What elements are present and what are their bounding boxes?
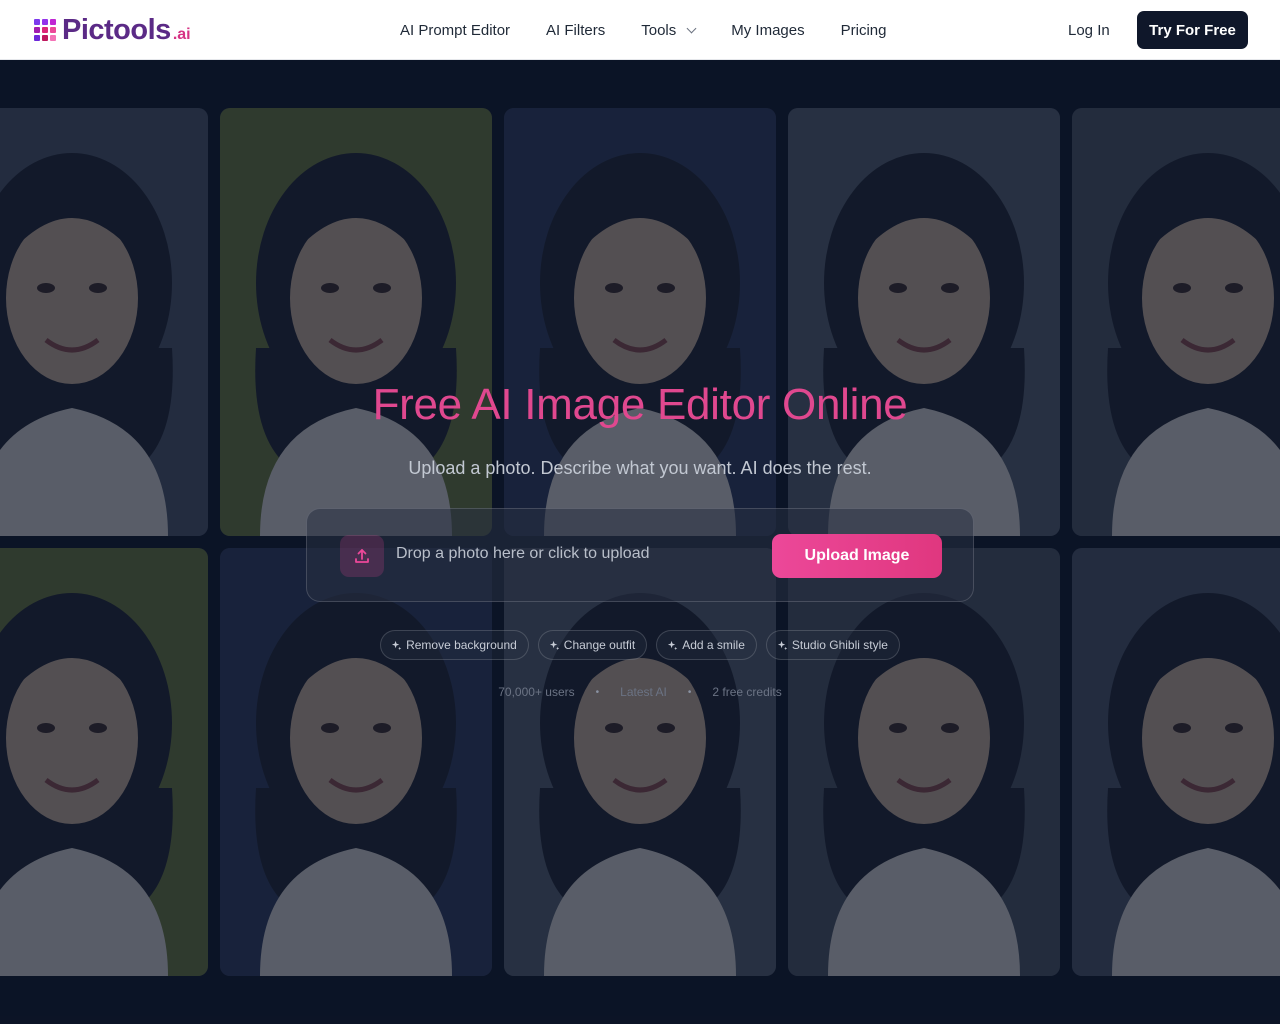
page-title: Free AI Image Editor Online xyxy=(372,380,908,429)
top-navigation: Pictools .ai AI Prompt Editor AI Filters… xyxy=(0,0,1280,60)
menu-item-tools[interactable]: Tools xyxy=(623,0,713,60)
menu-item-label: My Images xyxy=(731,21,805,39)
menu-item-label: AI Filters xyxy=(546,21,606,39)
upload-image-button[interactable]: Upload Image xyxy=(772,534,942,578)
upload-dropzone[interactable]: Drop a photo here or click to upload Upl… xyxy=(306,508,974,602)
hero-subtitle: Upload a photo. Describe what you want. … xyxy=(408,458,872,478)
chip-label: Add a smile xyxy=(682,638,745,652)
sparkle-icon xyxy=(777,640,788,650)
chevron-down-icon xyxy=(686,23,697,33)
chip-studio-ghibli-style[interactable]: Studio Ghibli style xyxy=(765,630,900,660)
logo-grid-cell xyxy=(42,27,48,33)
stat-latest-ai: Latest AI xyxy=(620,685,667,699)
try-for-free-button[interactable]: Try For Free xyxy=(1137,11,1248,49)
login-link[interactable]: Log In xyxy=(1052,0,1126,60)
chip-change-outfit[interactable]: Change outfit xyxy=(537,630,648,660)
logo-grid-cell xyxy=(50,19,56,25)
stat-separator: • xyxy=(687,686,692,698)
menu-item-label: Pricing xyxy=(840,21,887,39)
menu-item-label: Tools xyxy=(641,21,677,39)
logo-grid-cell xyxy=(50,35,56,41)
stat-users: 70,000+ users xyxy=(498,685,575,699)
main-menu: AI Prompt Editor AI Filters Tools My Ima… xyxy=(382,0,904,60)
logo-grid-cell xyxy=(50,27,56,33)
chip-add-a-smile[interactable]: Add a smile xyxy=(656,630,757,660)
menu-item-label: AI Prompt Editor xyxy=(400,21,511,39)
sparkle-icon xyxy=(549,640,560,650)
menu-item-my-images[interactable]: My Images xyxy=(713,0,822,60)
logo-grid-cell xyxy=(34,27,40,33)
menu-item-pricing[interactable]: Pricing xyxy=(823,0,905,60)
sparkle-icon xyxy=(391,640,402,650)
stat-free-credits: 2 free credits xyxy=(712,685,782,699)
suggestion-chips: Remove background Change outfit Add a sm… xyxy=(0,630,1280,660)
hero-section: Free AI Image Editor Online Upload a pho… xyxy=(0,60,1280,1024)
logo-grid-cell xyxy=(42,35,48,41)
chip-remove-background[interactable]: Remove background xyxy=(380,630,529,660)
sparkle-icon xyxy=(668,640,678,650)
pictools-logo[interactable]: Pictools .ai xyxy=(34,14,191,46)
menu-item-ai-prompt-editor[interactable]: AI Prompt Editor xyxy=(382,0,528,60)
logo-grid-cell xyxy=(34,35,40,41)
logo-grid-icon xyxy=(34,19,56,41)
chip-label: Studio Ghibli style xyxy=(791,638,888,652)
chip-label: Remove background xyxy=(406,638,517,652)
stat-separator: • xyxy=(595,686,600,698)
upload-icon xyxy=(340,535,384,577)
chip-label: Change outfit xyxy=(563,638,636,652)
logo-grid-cell xyxy=(34,19,40,25)
upload-prompt-text: Drop a photo here or click to upload xyxy=(396,545,650,562)
logo-suffix: .ai xyxy=(172,26,191,43)
hero-stats: 70,000+ users • Latest AI • 2 free credi… xyxy=(0,685,1280,699)
logo-text: Pictools xyxy=(62,13,171,46)
menu-item-ai-filters[interactable]: AI Filters xyxy=(528,0,623,60)
logo-grid-cell xyxy=(42,19,48,25)
